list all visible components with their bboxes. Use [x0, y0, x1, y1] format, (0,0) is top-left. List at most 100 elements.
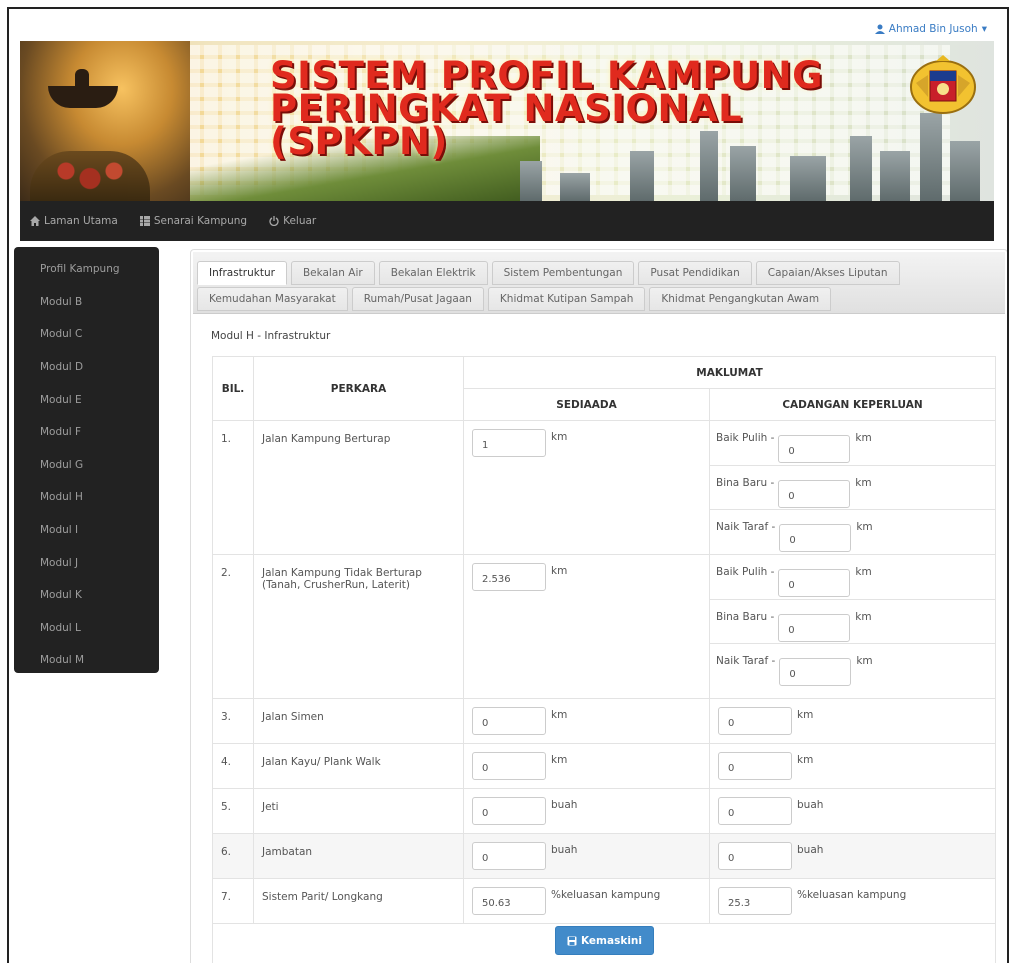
sidebar-item-modul-g[interactable]: Modul G — [14, 449, 159, 482]
nav-keluar[interactable]: Keluar — [269, 215, 316, 227]
nav-senarai-kampung[interactable]: Senarai Kampung — [139, 215, 247, 227]
sidebar-item-modul-f[interactable]: Modul F — [14, 416, 159, 449]
banner-title: SISTEM PROFIL KAMPUNG PERINGKAT NASIONAL… — [270, 54, 823, 163]
naik-taraf-input[interactable]: 0 — [779, 658, 852, 686]
baik-pulih-input[interactable]: 0 — [778, 569, 851, 597]
tab-sistem-pembentungan[interactable]: Sistem Pembentungan — [491, 261, 635, 285]
cadangan-naik-taraf: Naik Taraf - 0 km — [710, 643, 995, 687]
row-bil: 1. — [212, 420, 254, 555]
tab-kemudahan-masyarakat[interactable]: Kemudahan Masyarakat — [197, 287, 348, 311]
header-banner: SISTEM PROFIL KAMPUNG PERINGKAT NASIONAL… — [20, 41, 994, 201]
sediaada-input[interactable]: 0 — [472, 842, 546, 870]
bina-baru-input[interactable]: 0 — [778, 614, 851, 642]
header-sediaada: SEDIAADA — [463, 388, 710, 421]
row-perkara: Jalan Kayu/ Plank Walk — [253, 743, 464, 789]
cadangan-input[interactable]: 0 — [718, 752, 792, 780]
sediaada-input[interactable]: 2.536 — [472, 563, 546, 591]
cadangan-naik-taraf: Naik Taraf - 0 km — [710, 509, 995, 553]
banner-photo — [20, 41, 190, 201]
cadangan-cell: Baik Pulih - 0 km Bina Baru - 0 km Naik … — [709, 554, 996, 699]
kemaskini-button[interactable]: Kemaskini — [555, 926, 654, 955]
user-name: Ahmad Bin Jusoh — [888, 23, 978, 35]
sediaada-input[interactable]: 0 — [472, 797, 546, 825]
sidebar-item-modul-j[interactable]: Modul J — [14, 546, 159, 579]
tab-khidmat-kutipan-sampah[interactable]: Khidmat Kutipan Sampah — [487, 287, 646, 311]
app-window: Ahmad Bin Jusoh ▾ SISTEM PROFIL KAMPUNG … — [7, 7, 1009, 963]
unit-label: km — [551, 431, 568, 443]
sidebar-item-modul-h[interactable]: Modul H — [14, 481, 159, 514]
cadangan-cell: 0buah — [709, 788, 996, 834]
palm-fruit-image — [30, 151, 150, 201]
row-perkara: Jalan Kampung Berturap — [253, 420, 464, 555]
sediaada-input[interactable]: 1 — [472, 429, 546, 457]
cadangan-input[interactable]: 0 — [718, 842, 792, 870]
cadangan-cell: 0buah — [709, 833, 996, 879]
tab-row-1: Infrastruktur Bekalan Air Bekalan Elektr… — [197, 261, 900, 285]
sidebar-item-profil-kampung[interactable]: Profil Kampung — [14, 253, 159, 286]
sediaada-input[interactable]: 50.63 — [472, 887, 546, 915]
table-row: 7. Sistem Parit/ Longkang 50.63%keluasan… — [212, 878, 996, 924]
row-bil: 7. — [212, 878, 254, 924]
row-perkara: Jambatan — [253, 833, 464, 879]
sidebar-item-modul-i[interactable]: Modul I — [14, 514, 159, 547]
cadangan-bina-baru: Bina Baru - 0 km — [710, 465, 995, 509]
row-perkara: Sistem Parit/ Longkang — [253, 878, 464, 924]
sidebar-item-modul-d[interactable]: Modul D — [14, 351, 159, 384]
sidebar-item-modul-b[interactable]: Modul B — [14, 286, 159, 319]
cadangan-cell: 0km — [709, 743, 996, 789]
fisherman-image — [75, 69, 89, 89]
sidebar-item-modul-e[interactable]: Modul E — [14, 383, 159, 416]
tab-khidmat-pengangkutan-awam[interactable]: Khidmat Pengangkutan Awam — [649, 287, 832, 311]
tab-infrastruktur[interactable]: Infrastruktur — [197, 261, 287, 285]
cadangan-baik-pulih: Baik Pulih - 0 km — [710, 421, 995, 465]
sidebar-item-modul-k[interactable]: Modul K — [14, 579, 159, 612]
table-row: 4. Jalan Kayu/ Plank Walk 0km 0km — [212, 743, 996, 789]
tab-pusat-pendidikan[interactable]: Pusat Pendidikan — [638, 261, 752, 285]
baik-pulih-input[interactable]: 0 — [778, 435, 851, 463]
tab-bekalan-air[interactable]: Bekalan Air — [290, 261, 375, 285]
header-bil: BIL. — [212, 356, 254, 421]
user-menu[interactable]: Ahmad Bin Jusoh ▾ — [874, 23, 987, 35]
table-row: 5. Jeti 0buah 0buah — [212, 788, 996, 834]
naik-taraf-input[interactable]: 0 — [779, 524, 852, 552]
sediaada-cell: 0km — [463, 743, 710, 789]
sediaada-input[interactable]: 0 — [472, 707, 546, 735]
tab-bekalan-elektrik[interactable]: Bekalan Elektrik — [378, 261, 488, 285]
home-icon — [30, 216, 40, 226]
row-bil: 6. — [212, 833, 254, 879]
sediaada-cell: 0buah — [463, 788, 710, 834]
cadangan-cell: 0km — [709, 698, 996, 744]
cadangan-bina-baru: Bina Baru - 0 km — [710, 599, 995, 643]
row-bil: 2. — [212, 554, 254, 699]
tab-rumah-pusat-jagaan[interactable]: Rumah/Pusat Jagaan — [351, 287, 484, 311]
main-panel: Infrastruktur Bekalan Air Bekalan Elektr… — [190, 249, 1007, 963]
table-row: 1. Jalan Kampung Berturap 1 km Baik Pulih… — [212, 420, 996, 555]
header-cadangan: CADANGAN KEPERLUAN — [709, 388, 996, 421]
crest-logo — [910, 55, 976, 114]
table-row: 3. Jalan Simen 0km 0km — [212, 698, 996, 744]
row-perkara: Jalan Kampung Tidak Berturap (Tanah, Cru… — [253, 554, 464, 699]
sidebar: Profil Kampung Modul B Modul C Modul D M… — [14, 247, 159, 673]
bina-baru-input[interactable]: 0 — [778, 480, 851, 508]
chevron-down-icon: ▾ — [981, 23, 987, 35]
tab-capaian-akses-liputan[interactable]: Capaian/Akses Liputan — [755, 261, 900, 285]
cadangan-input[interactable]: 0 — [718, 707, 792, 735]
cadangan-input[interactable]: 0 — [718, 797, 792, 825]
sidebar-item-modul-c[interactable]: Modul C — [14, 318, 159, 351]
unit-label: km — [551, 565, 568, 577]
cadangan-baik-pulih: Baik Pulih - 0 km — [710, 555, 995, 599]
save-icon — [567, 936, 577, 945]
header-maklumat: MAKLUMAT — [463, 356, 996, 389]
nav-laman-utama[interactable]: Laman Utama — [30, 215, 118, 227]
row-bil: 3. — [212, 698, 254, 744]
sediaada-cell: 2.536 km — [463, 554, 710, 699]
sediaada-cell: 0km — [463, 698, 710, 744]
sediaada-cell: 1 km — [463, 420, 710, 555]
header-perkara: PERKARA — [253, 356, 464, 421]
sidebar-item-modul-l[interactable]: Modul L — [14, 612, 159, 645]
sediaada-input[interactable]: 0 — [472, 752, 546, 780]
row-perkara: Jeti — [253, 788, 464, 834]
sidebar-item-modul-m[interactable]: Modul M — [14, 644, 159, 677]
form-footer: Kemaskini — [212, 920, 996, 963]
cadangan-input[interactable]: 25.3 — [718, 887, 792, 915]
